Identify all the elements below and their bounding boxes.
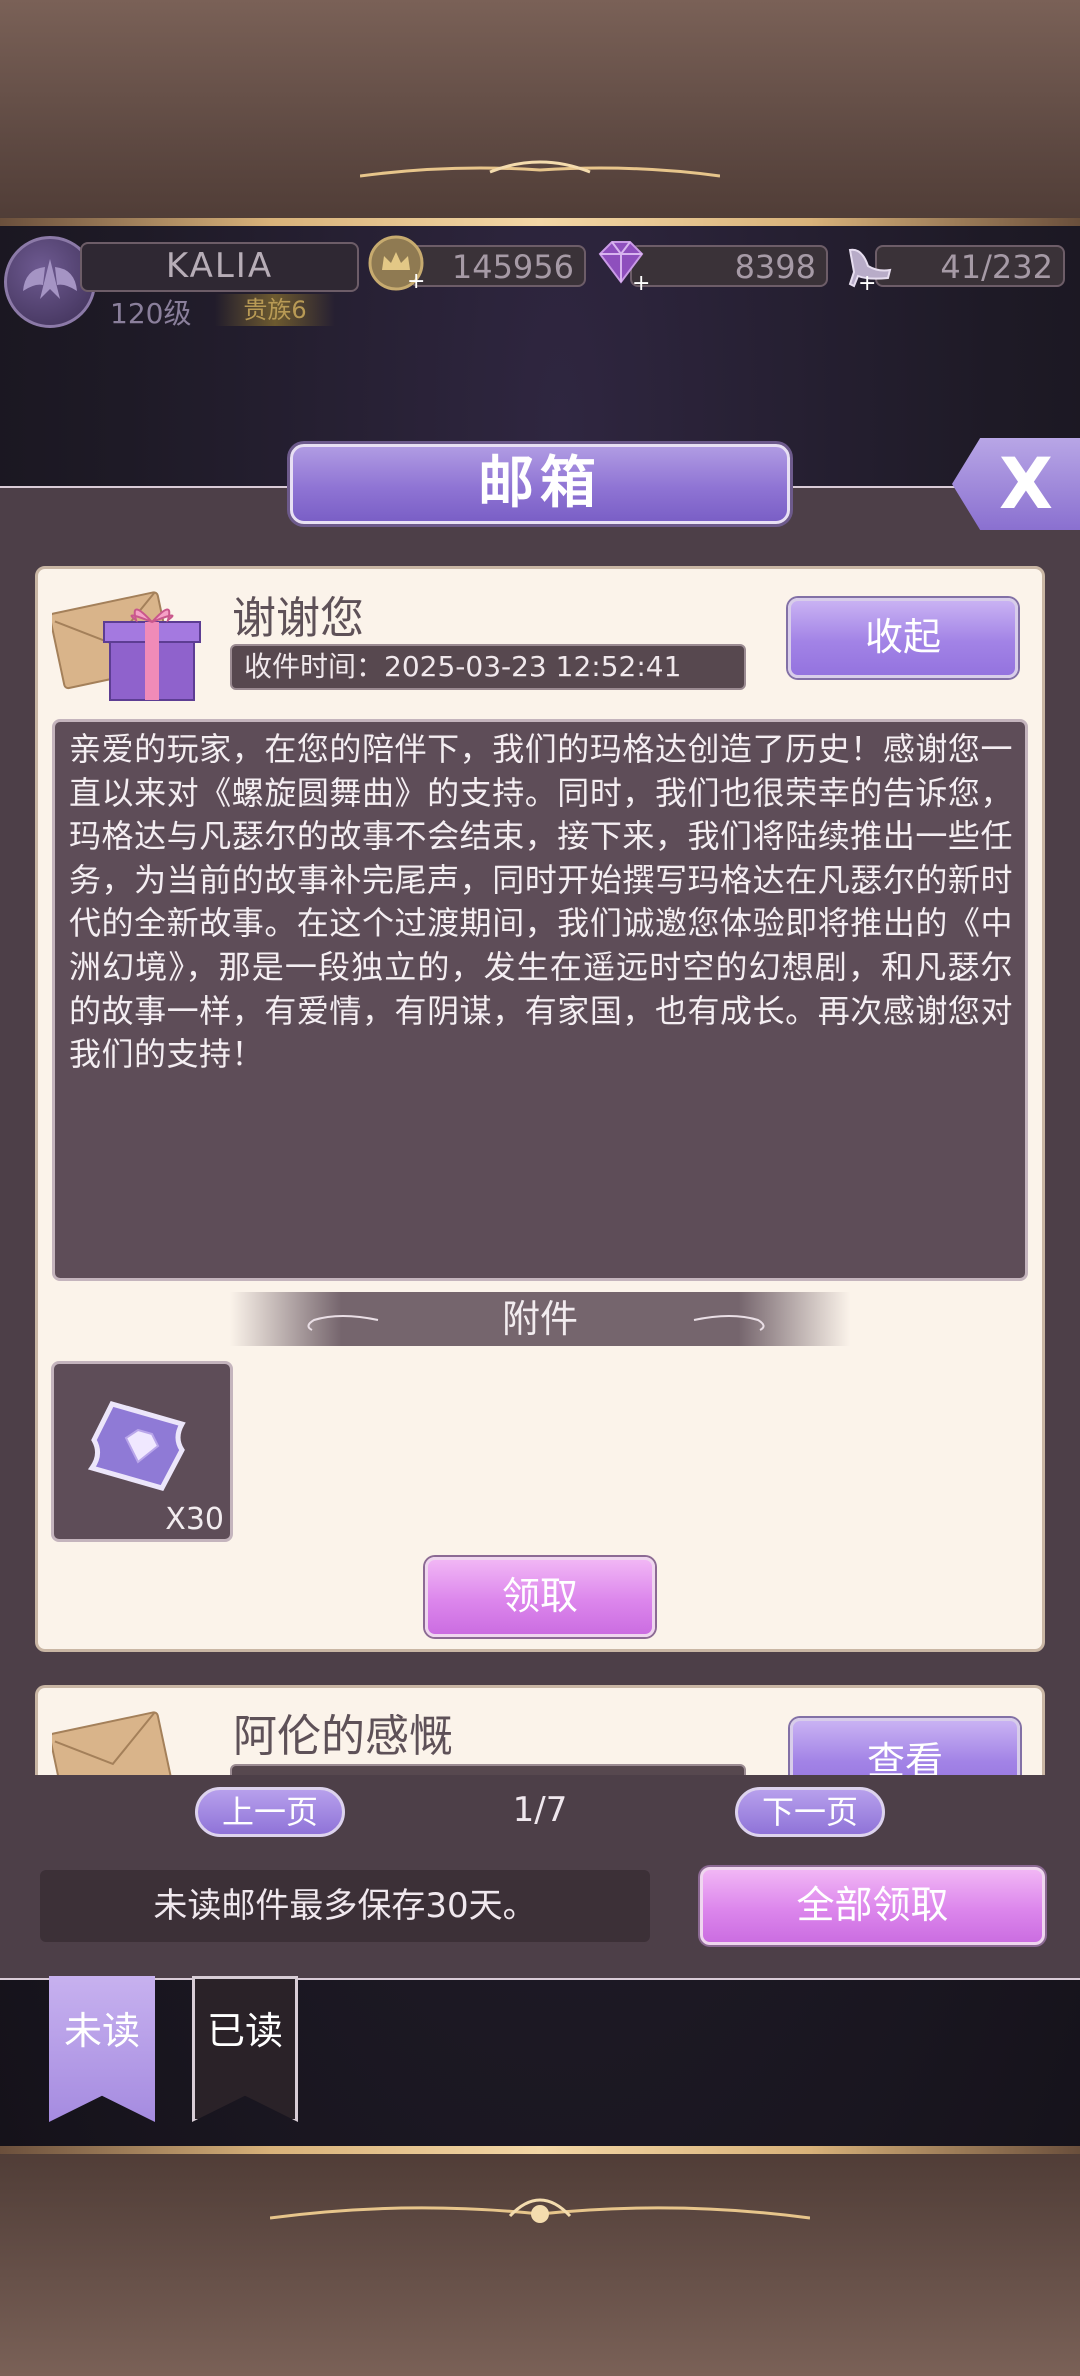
- bottom-decorative-band: [0, 2146, 1080, 2376]
- mail-body: 亲爱的玩家，在您的陪伴下，我们的玛格达创造了历史！感谢您一直以来对《螺旋圆舞曲》…: [52, 719, 1028, 1281]
- mail-subject: 阿伦的感慨: [233, 1711, 453, 1762]
- attachment-header: 附件: [230, 1292, 850, 1346]
- claim-button[interactable]: 领取: [425, 1557, 655, 1637]
- diamond-counter: 8398: [630, 245, 828, 287]
- mail-subject: 谢谢您: [232, 593, 364, 644]
- player-level: 120级: [110, 297, 192, 330]
- mailbox-title: 邮箱: [290, 444, 790, 524]
- player-name: KALIA: [80, 242, 359, 292]
- collapse-button[interactable]: 收起: [788, 598, 1018, 678]
- tab-unread-label: 未读: [63, 2009, 140, 2053]
- time-value: 2025-03-23 12:52:41: [384, 650, 682, 683]
- envelope-icon: [52, 1711, 173, 1775]
- stamina-counter: 41/232: [875, 245, 1065, 287]
- next-page-button[interactable]: 下一页: [735, 1787, 885, 1837]
- attachment-item[interactable]: X30: [51, 1361, 233, 1542]
- time-label: 收件时间：: [244, 650, 385, 683]
- purple-diamond-icon[interactable]: +: [590, 232, 652, 294]
- top-flourish-ornament: [360, 160, 720, 178]
- mail-received-time: [230, 1764, 746, 1775]
- bottom-gold-border: [0, 2146, 1080, 2154]
- glass-slipper-icon[interactable]: +: [838, 232, 900, 294]
- svg-text:+: +: [858, 271, 876, 294]
- top-gold-border: [0, 218, 1080, 226]
- mail-card-collapsed[interactable]: 阿伦的感慨 查看: [35, 1685, 1045, 1775]
- rank-badge: 贵族6: [215, 294, 335, 326]
- top-decorative-band: [0, 0, 1080, 226]
- prev-page-button[interactable]: 上一页: [195, 1787, 345, 1837]
- claim-all-button[interactable]: 全部领取: [700, 1867, 1045, 1945]
- mail-body-text: 亲爱的玩家，在您的陪伴下，我们的玛格达创造了历史！感谢您一直以来对《螺旋圆舞曲》…: [69, 730, 1013, 1074]
- attachment-header-label: 附件: [501, 1297, 578, 1341]
- gift-envelope-icon: [52, 591, 201, 701]
- bottom-flourish-ornament: [270, 2198, 810, 2223]
- mail-received-time: 收件时间：2025-03-23 12:52:41: [230, 644, 746, 690]
- view-button[interactable]: 查看: [790, 1718, 1020, 1775]
- attachment-quantity: X30: [165, 1502, 224, 1537]
- diamond-ticket-icon: [87, 1401, 186, 1491]
- svg-text:+: +: [632, 271, 650, 294]
- gold-counter: 145956: [410, 245, 586, 287]
- retention-notice: 未读邮件最多保存30天。: [40, 1870, 650, 1942]
- right-scroll-ornament: [693, 1315, 765, 1331]
- tab-read-label: 已读: [206, 2009, 283, 2053]
- left-scroll-ornament: [307, 1315, 379, 1331]
- svg-text:+: +: [407, 269, 425, 294]
- crown-coin-icon[interactable]: +: [365, 232, 427, 294]
- page-indicator: 1/7: [512, 1790, 568, 1830]
